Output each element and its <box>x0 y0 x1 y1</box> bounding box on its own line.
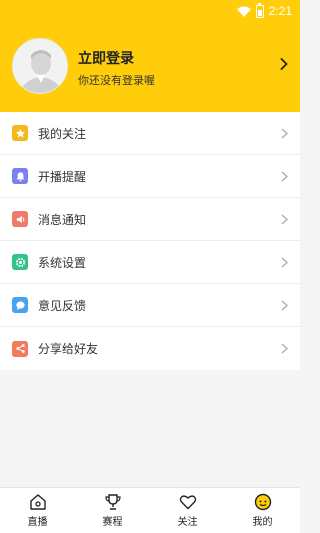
gear-icon <box>12 254 28 270</box>
bottom-tab-bar: 直播 赛程 关注 我的 <box>0 487 300 533</box>
star-icon <box>12 125 28 141</box>
menu-item-label: 消息通知 <box>38 212 87 227</box>
menu-item-share[interactable]: 分享给好友 <box>0 327 300 370</box>
speaker-icon <box>12 211 28 227</box>
menu-item-notifications[interactable]: 消息通知 <box>0 198 300 241</box>
menu-item-label: 分享给好友 <box>38 342 99 356</box>
chevron-right-icon <box>281 171 288 182</box>
settings-menu: 我的关注 开播提醒 消息通知 系统设置 意见反馈 分享给好友 <box>0 112 300 370</box>
bell-icon <box>12 168 28 184</box>
battery-icon <box>255 2 264 18</box>
chat-bubble-icon <box>12 297 28 313</box>
home-icon <box>29 494 46 510</box>
tab-label: 赛程 <box>102 517 123 528</box>
tab-label: 关注 <box>177 517 198 528</box>
profile-face-icon <box>254 493 271 511</box>
chevron-right-icon[interactable] <box>280 58 288 70</box>
menu-item-settings[interactable]: 系统设置 <box>0 241 300 284</box>
menu-item-label: 我的关注 <box>38 126 87 141</box>
avatar-placeholder-icon <box>13 39 67 93</box>
tab-mine[interactable]: 我的 <box>225 488 300 533</box>
trophy-icon <box>104 494 121 510</box>
menu-item-feedback[interactable]: 意见反馈 <box>0 284 300 327</box>
chevron-right-icon <box>281 214 288 225</box>
login-title[interactable]: 立即登录 <box>78 48 134 68</box>
chevron-right-icon <box>281 257 288 268</box>
status-time: 2:21 <box>268 4 292 18</box>
chevron-right-icon <box>281 300 288 311</box>
profile-header[interactable]: 立即登录 你还没有登录喔 <box>0 22 300 112</box>
tab-follow[interactable]: 关注 <box>150 488 225 533</box>
tab-label: 我的 <box>252 517 273 528</box>
share-icon <box>12 340 28 357</box>
chevron-right-icon <box>281 128 288 139</box>
menu-item-label: 意见反馈 <box>38 298 87 313</box>
tab-label: 直播 <box>27 517 48 528</box>
login-subtitle: 你还没有登录喔 <box>78 74 155 87</box>
wifi-icon <box>236 6 251 17</box>
menu-item-label: 开播提醒 <box>38 169 87 184</box>
menu-item-label: 系统设置 <box>38 255 87 270</box>
status-bar: 2:21 <box>0 0 300 22</box>
tab-live[interactable]: 直播 <box>0 488 75 533</box>
menu-item-live-reminder[interactable]: 开播提醒 <box>0 155 300 198</box>
menu-item-follows[interactable]: 我的关注 <box>0 112 300 155</box>
status-icons: 2:21 <box>236 2 292 18</box>
tab-schedule[interactable]: 赛程 <box>75 488 150 533</box>
heart-icon <box>179 495 196 510</box>
chevron-right-icon <box>281 343 288 354</box>
avatar[interactable] <box>12 38 68 94</box>
